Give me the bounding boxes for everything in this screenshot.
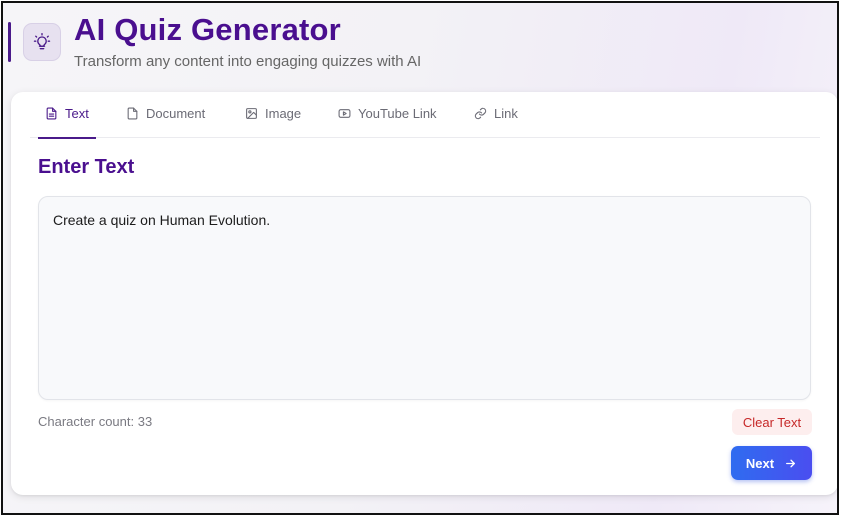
- tab-link[interactable]: Link: [474, 106, 518, 138]
- logo-badge: [23, 23, 61, 61]
- tab-label: Link: [494, 106, 518, 121]
- tab-label: Image: [265, 106, 302, 121]
- page-subtitle: Transform any content into engaging quiz…: [74, 53, 422, 70]
- clear-text-button[interactable]: Clear Text: [732, 409, 812, 435]
- page-title: AI Quiz Generator: [74, 12, 341, 47]
- tab-image[interactable]: Image: [245, 106, 301, 138]
- tab-label: Text: [65, 106, 89, 121]
- arrow-right-icon: [786, 459, 796, 467]
- tab-youtube-link[interactable]: YouTube Link: [338, 106, 437, 138]
- tab-text[interactable]: Text: [38, 106, 96, 139]
- image-icon: [246, 108, 257, 119]
- lightbulb-icon: [33, 33, 51, 50]
- link-icon: [474, 107, 487, 120]
- next-button-label: Next: [745, 455, 775, 471]
- main-card: Text Document Image YouTube Link Link En…: [11, 92, 837, 495]
- file-icon: [127, 107, 138, 120]
- tab-document[interactable]: Document: [126, 106, 205, 138]
- app-window: AI Quiz Generator Transform any content …: [1, 1, 839, 515]
- youtube-icon: [338, 109, 351, 118]
- tab-label: Document: [146, 106, 206, 121]
- tab-label: YouTube Link: [358, 106, 437, 121]
- input-type-tabs: Text Document Image YouTube Link Link: [30, 92, 820, 139]
- next-button[interactable]: Next: [731, 446, 812, 480]
- section-title: Enter Text: [38, 156, 135, 178]
- character-count: Character count: 33: [38, 414, 153, 429]
- file-text-icon: [46, 107, 57, 120]
- content-text-input[interactable]: Create a quiz on Human Evolution.: [38, 196, 811, 400]
- header-accent-bar: [8, 22, 11, 62]
